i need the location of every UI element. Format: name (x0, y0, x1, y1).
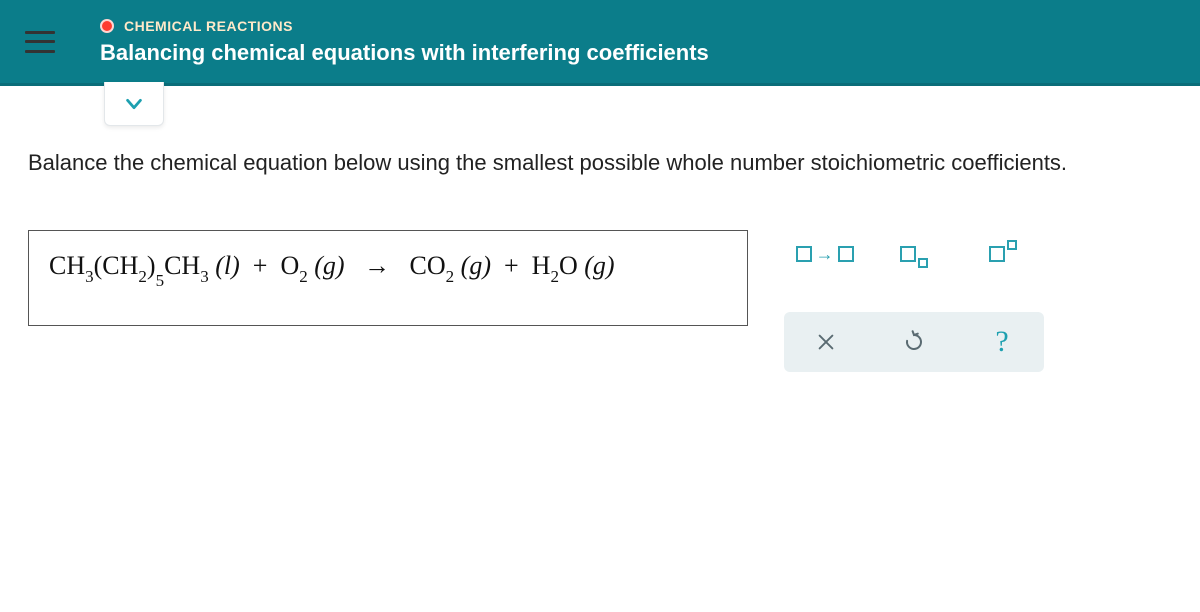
r1-ch2: CH (102, 251, 138, 280)
instruction-text: Balance the chemical equation below usin… (0, 150, 1200, 176)
r1-ch3a-sub: 3 (85, 267, 94, 286)
r1-state: (l) (215, 251, 240, 280)
close-icon (815, 331, 837, 353)
help-icon: ? (995, 325, 1008, 359)
r1-ch3b: CH (164, 251, 200, 280)
equation-input[interactable]: CH3(CH2)5CH3 (l) + O2 (g) → CO2 (g) + H2… (28, 230, 748, 326)
arrow: → (364, 251, 390, 280)
superscript-tool-button[interactable] (979, 230, 1027, 278)
r1-outer-sub: 5 (156, 271, 165, 290)
hamburger-icon (25, 31, 55, 53)
r2-o-sub: 2 (299, 267, 308, 286)
keypad: → (784, 224, 1044, 372)
r1-close: ) (147, 251, 156, 280)
plus-1: + (253, 251, 268, 280)
r2-o: O (280, 251, 299, 280)
p1-co: CO (410, 251, 446, 280)
r1-ch2-sub: 2 (138, 267, 147, 286)
clear-button[interactable] (800, 320, 852, 364)
menu-button[interactable] (0, 0, 80, 85)
expand-button[interactable] (104, 82, 164, 126)
keypad-actions: ? (784, 312, 1044, 372)
arrow-tool-icon: → (796, 244, 854, 265)
work-area: CH3(CH2)5CH3 (l) + O2 (g) → CO2 (g) + H2… (0, 176, 1200, 372)
p1-co-sub: 2 (446, 267, 455, 286)
r2-state: (g) (314, 251, 344, 280)
superscript-tool-icon (989, 246, 1017, 262)
r1-ch3a: CH (49, 251, 85, 280)
subscript-tool-icon (900, 246, 928, 262)
chevron-down-icon (123, 93, 145, 115)
r1-ch3b-sub: 3 (200, 267, 209, 286)
p2-h-sub: 2 (550, 267, 559, 286)
p2-o: O (559, 251, 578, 280)
subscript-tool-button[interactable] (890, 230, 938, 278)
plus-2: + (504, 251, 519, 280)
header-text: CHEMICAL REACTIONS Balancing chemical eq… (80, 18, 709, 66)
keypad-row-tools: → (784, 224, 1044, 284)
help-button[interactable]: ? (976, 320, 1028, 364)
category-dot-icon (100, 19, 114, 33)
p2-state: (g) (584, 251, 614, 280)
p1-state: (g) (461, 251, 491, 280)
sub-header-area (0, 86, 1200, 146)
page-title: Balancing chemical equations with interf… (100, 40, 709, 66)
p2-h: H (532, 251, 551, 280)
category-label: CHEMICAL REACTIONS (124, 18, 293, 34)
undo-icon (902, 330, 926, 354)
arrow-tool-button[interactable]: → (801, 230, 849, 278)
app-header: CHEMICAL REACTIONS Balancing chemical eq… (0, 0, 1200, 86)
reset-button[interactable] (888, 320, 940, 364)
r1-open: ( (94, 251, 103, 280)
